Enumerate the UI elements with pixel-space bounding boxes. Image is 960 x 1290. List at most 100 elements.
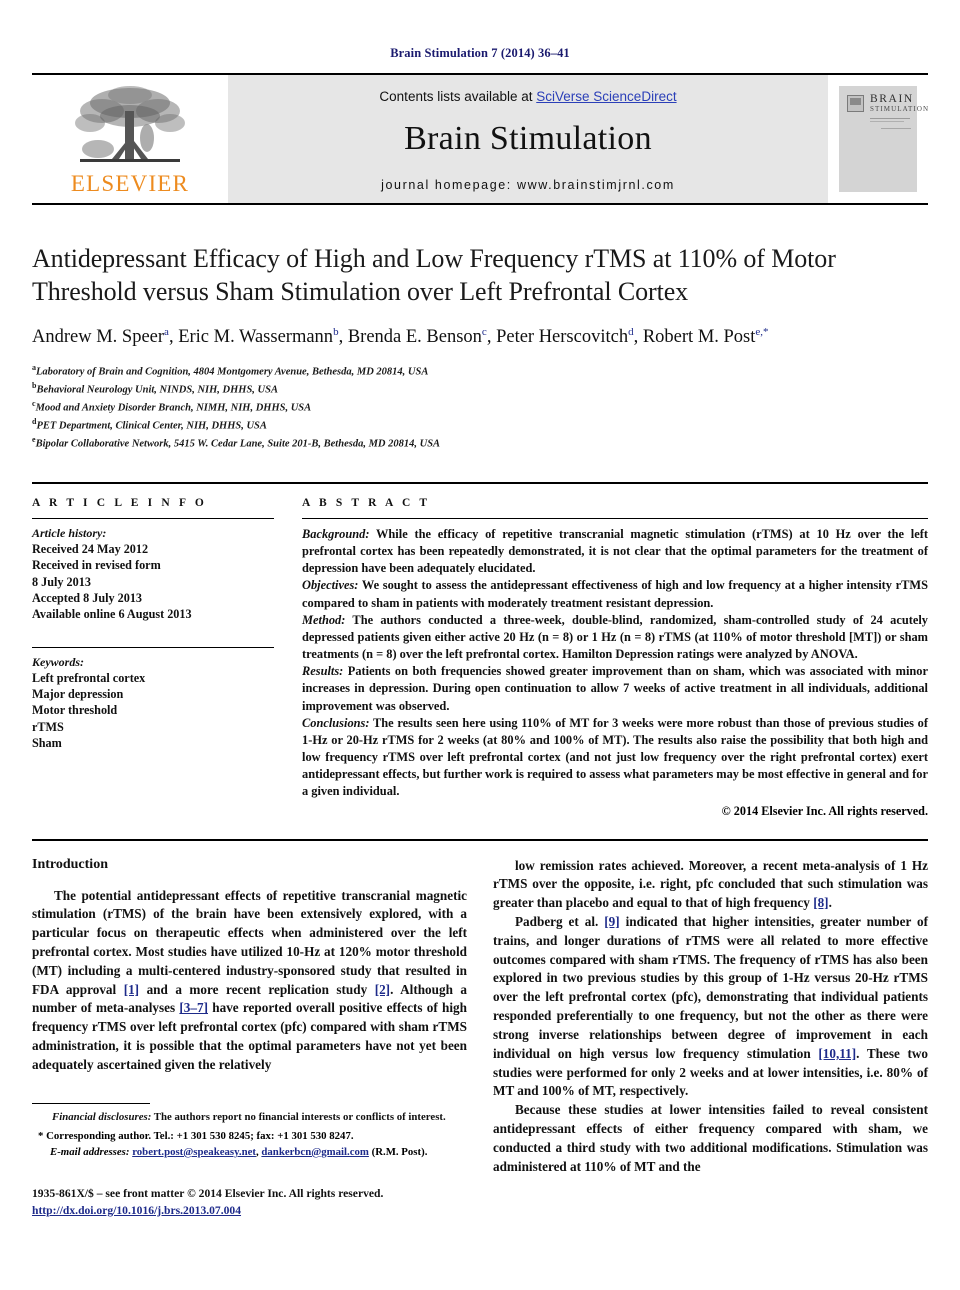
- sciencedirect-link[interactable]: SciVerse ScienceDirect: [536, 89, 676, 104]
- affiliation-text: Behavioral Neurology Unit, NINDS, NIH, D…: [36, 384, 278, 396]
- abstract-paragraph: Background: While the efficacy of repeti…: [302, 526, 928, 578]
- article-history-item: 8 July 2013: [32, 574, 91, 589]
- financial-disclosure-label: Financial disclosures:: [52, 1111, 152, 1123]
- keyword-item: Major depression: [32, 686, 124, 701]
- cover-title-line2: STIMULATION: [870, 105, 930, 114]
- affiliation-item: eBipolar Collaborative Network, 5415 W. …: [32, 434, 928, 452]
- author-separator: ,: [486, 326, 497, 347]
- page-title: Antidepressant Efficacy of High and Low …: [32, 244, 836, 306]
- keyword-item: Motor threshold: [32, 703, 118, 718]
- abstract-section-label: Background:: [302, 526, 370, 541]
- body-paragraph: Padberg et al. [9] indicated that higher…: [493, 914, 929, 1099]
- corresponding-author-note: * Corresponding author. Tel.: +1 301 530…: [32, 1129, 470, 1160]
- introduction-heading: Introduction: [32, 856, 108, 872]
- abstract-column: A B S T R A C T Background: While the ef…: [302, 497, 928, 819]
- citation-link[interactable]: [8]: [813, 895, 828, 910]
- affiliation-list: aLaboratory of Brain and Cognition, 4804…: [32, 362, 928, 452]
- journal-homepage[interactable]: journal homepage: www.brainstimjrnl.com: [381, 178, 675, 192]
- elsevier-logo-area: ELSEVIER: [32, 75, 228, 203]
- abstract-section-text: The results seen here using 110% of MT f…: [302, 715, 928, 799]
- cover-divider-1: [870, 118, 910, 119]
- cover-divider-2: [870, 121, 904, 122]
- imprint-line: 1935-861X/$ – see front matter © 2014 El…: [32, 1187, 384, 1200]
- abstract-section-text: The authors conducted a three-week, doub…: [302, 612, 928, 662]
- cover-thumbnail-area: BRAIN STIMULATION: [828, 75, 928, 203]
- body-left-paragraphs: The potential antidepressant effects of …: [32, 887, 467, 1075]
- email-suffix: (R.M. Post).: [368, 1145, 428, 1158]
- citation-link[interactable]: [10,11]: [818, 1046, 856, 1061]
- keyword-item: rTMS: [32, 719, 64, 734]
- author-affiliation-marker: e,*: [755, 325, 769, 338]
- affiliation-item: aLaboratory of Brain and Cognition, 4804…: [32, 362, 928, 380]
- footnote-area: Financial disclosures: The authors repor…: [32, 1103, 470, 1160]
- article-info-heading: A R T I C L E I N F O: [32, 496, 207, 509]
- email-link-1[interactable]: robert.post@speakeasy.net: [132, 1146, 256, 1158]
- affiliation-item: bBehavioral Neurology Unit, NINDS, NIH, …: [32, 380, 928, 398]
- financial-disclosure-text: Financial disclosures: The authors repor…: [32, 1110, 470, 1125]
- doi-link[interactable]: http://dx.doi.org/10.1016/j.brs.2013.07.…: [32, 1204, 241, 1217]
- masthead-center: Contents lists available at SciVerse Sci…: [228, 75, 828, 203]
- journal-cover-thumbnail: BRAIN STIMULATION: [839, 86, 930, 192]
- author-separator: ,: [338, 326, 348, 347]
- affiliation-text: Laboratory of Brain and Cognition, 4804 …: [36, 366, 429, 378]
- corresponding-author-line: * Corresponding author. Tel.: +1 301 530…: [38, 1130, 354, 1143]
- article-history-item: Available online 6 August 2013: [32, 607, 192, 622]
- email-line: E-mail addresses: robert.post@speakeasy.…: [46, 1145, 470, 1161]
- author-name: Brenda E. Benson: [347, 326, 482, 347]
- cover-elsevier-icon: [847, 95, 864, 112]
- cover-title-line1: BRAIN: [870, 93, 914, 105]
- article-history-label: Article history:: [32, 525, 107, 540]
- abstract-paragraph: Method: The authors conducted a three-we…: [302, 612, 928, 664]
- title-block: Antidepressant Efficacy of High and Low …: [32, 243, 928, 452]
- body-paragraph: Because these studies at lower intensiti…: [493, 1102, 928, 1174]
- keywords-block: Keywords: Left prefrontal cortex Major de…: [32, 646, 274, 752]
- citation-link[interactable]: [2]: [375, 982, 390, 997]
- abstract-section-label: Conclusions:: [302, 715, 370, 730]
- abstract-body: Background: While the efficacy of repeti…: [302, 526, 928, 801]
- elsevier-tree-icon: [75, 86, 185, 162]
- author-separator: ,: [633, 326, 643, 347]
- elsevier-wordmark: ELSEVIER: [70, 171, 190, 196]
- imprint-block: 1935-861X/$ – see front matter © 2014 El…: [32, 1186, 552, 1220]
- email-label: E-mail addresses:: [50, 1145, 130, 1158]
- article-info-column: A R T I C L E I N F O Article history: R…: [32, 497, 274, 819]
- abstract-heading: A B S T R A C T: [302, 496, 431, 509]
- abstract-section-text: We sought to assess the antidepressant e…: [302, 578, 928, 610]
- abstract-divider: [302, 517, 928, 519]
- body-right-paragraphs: low remission rates achieved. Moreover, …: [493, 857, 928, 1177]
- affiliation-text: PET Department, Clinical Center, NIH, DH…: [36, 420, 267, 432]
- affiliation-item: cMood and Anxiety Disorder Branch, NIMH,…: [32, 398, 928, 416]
- email-link-2[interactable]: dankerbcn@gmail.com: [261, 1146, 369, 1158]
- author-name: Eric M. Wassermann: [178, 326, 334, 347]
- cover-title: BRAIN STIMULATION: [870, 93, 930, 114]
- contents-available-line: Contents lists available at SciVerse Sci…: [379, 89, 676, 104]
- citation-link[interactable]: [1]: [124, 982, 139, 997]
- cover-subtext-bar: [881, 128, 911, 129]
- author-name: Andrew M. Speer: [32, 326, 165, 347]
- keyword-item: Left prefrontal cortex: [32, 670, 146, 685]
- keywords-label: Keywords:: [32, 654, 84, 669]
- running-head: Brain Stimulation 7 (2014) 36–41: [390, 46, 570, 60]
- keywords-list: Left prefrontal cortex Major depression Mo…: [32, 670, 274, 752]
- article-history-item: Received in revised form: [32, 558, 161, 573]
- keywords-divider: [32, 646, 274, 648]
- citation-link[interactable]: [9]: [604, 914, 619, 929]
- article-info-divider: [32, 517, 274, 519]
- abstract-paragraph: Objectives: We sought to assess the anti…: [302, 577, 928, 611]
- citation-link[interactable]: [3–7]: [179, 1000, 208, 1015]
- abstract-paragraph: Results: Patients on both frequencies sh…: [302, 663, 928, 715]
- article-page: Brain Stimulation 7 (2014) 36–41 ELSEVIE…: [0, 0, 960, 1290]
- journal-masthead: ELSEVIER Contents lists available at Sci…: [32, 73, 928, 205]
- affiliation-item: dPET Department, Clinical Center, NIH, D…: [32, 416, 928, 434]
- author-separator: ,: [168, 326, 179, 347]
- body-column-right: low remission rates achieved. Moreover, …: [493, 857, 928, 1177]
- article-history-item: Received 24 May 2012: [32, 541, 149, 556]
- abstract-section-label: Results:: [302, 664, 344, 679]
- abstract-copyright: © 2014 Elsevier Inc. All rights reserved…: [721, 803, 928, 818]
- body-paragraph: low remission rates achieved. Moreover, …: [493, 857, 928, 911]
- abstract-section-text: While the efficacy of repetitive transcr…: [302, 526, 928, 576]
- article-history-item: Accepted 8 July 2013: [32, 590, 143, 605]
- keyword-item: Sham: [32, 735, 62, 750]
- financial-disclosure-note: Financial disclosures: The authors repor…: [32, 1110, 470, 1125]
- abstract-section-text: Patients on both frequencies showed grea…: [302, 664, 928, 713]
